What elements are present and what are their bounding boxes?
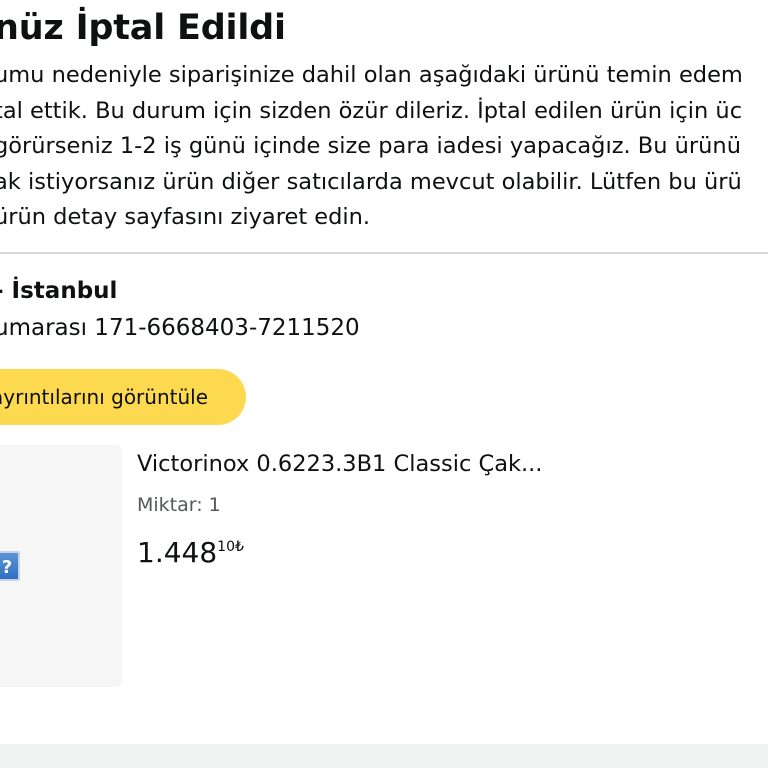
- price-currency: ₺: [235, 539, 244, 555]
- footer-band: [0, 744, 768, 768]
- price-whole: 1.448: [137, 536, 218, 569]
- view-order-details-button[interactable]: ayrıntılarını görüntüle: [0, 369, 246, 425]
- order-number: umarası 171-6668403-7211520: [0, 315, 360, 341]
- product-title-link[interactable]: Victorinox 0.6223.3B1 Classic Çak...: [137, 451, 542, 477]
- message-line: umu nedeniyle siparişinize dahil olan aş…: [0, 62, 743, 88]
- seller-name: - İstanbul: [0, 278, 118, 304]
- quantity-label: Miktar: 1: [137, 494, 221, 516]
- cancellation-page: nüz İptal Edildi umu nedeniyle siparişin…: [0, 0, 768, 768]
- message-line: tal ettik. Bu durum için sizden özür dil…: [0, 97, 743, 124]
- missing-image-icon: ?: [0, 551, 20, 581]
- message-line: ak istiyorsanız ürün diğer satıcılarda m…: [0, 168, 742, 195]
- cancellation-message: umu nedeniyle siparişinize dahil olan aş…: [0, 58, 743, 236]
- message-line: ürün detay sayfasını ziyaret edin.: [0, 204, 371, 230]
- section-divider: [0, 252, 768, 254]
- message-line: görürseniz 1-2 iş günü içinde size para …: [0, 133, 741, 159]
- page-title: nüz İptal Edildi: [0, 8, 286, 48]
- product-price: 1.44810₺: [137, 536, 244, 569]
- price-fraction: 10: [217, 539, 235, 555]
